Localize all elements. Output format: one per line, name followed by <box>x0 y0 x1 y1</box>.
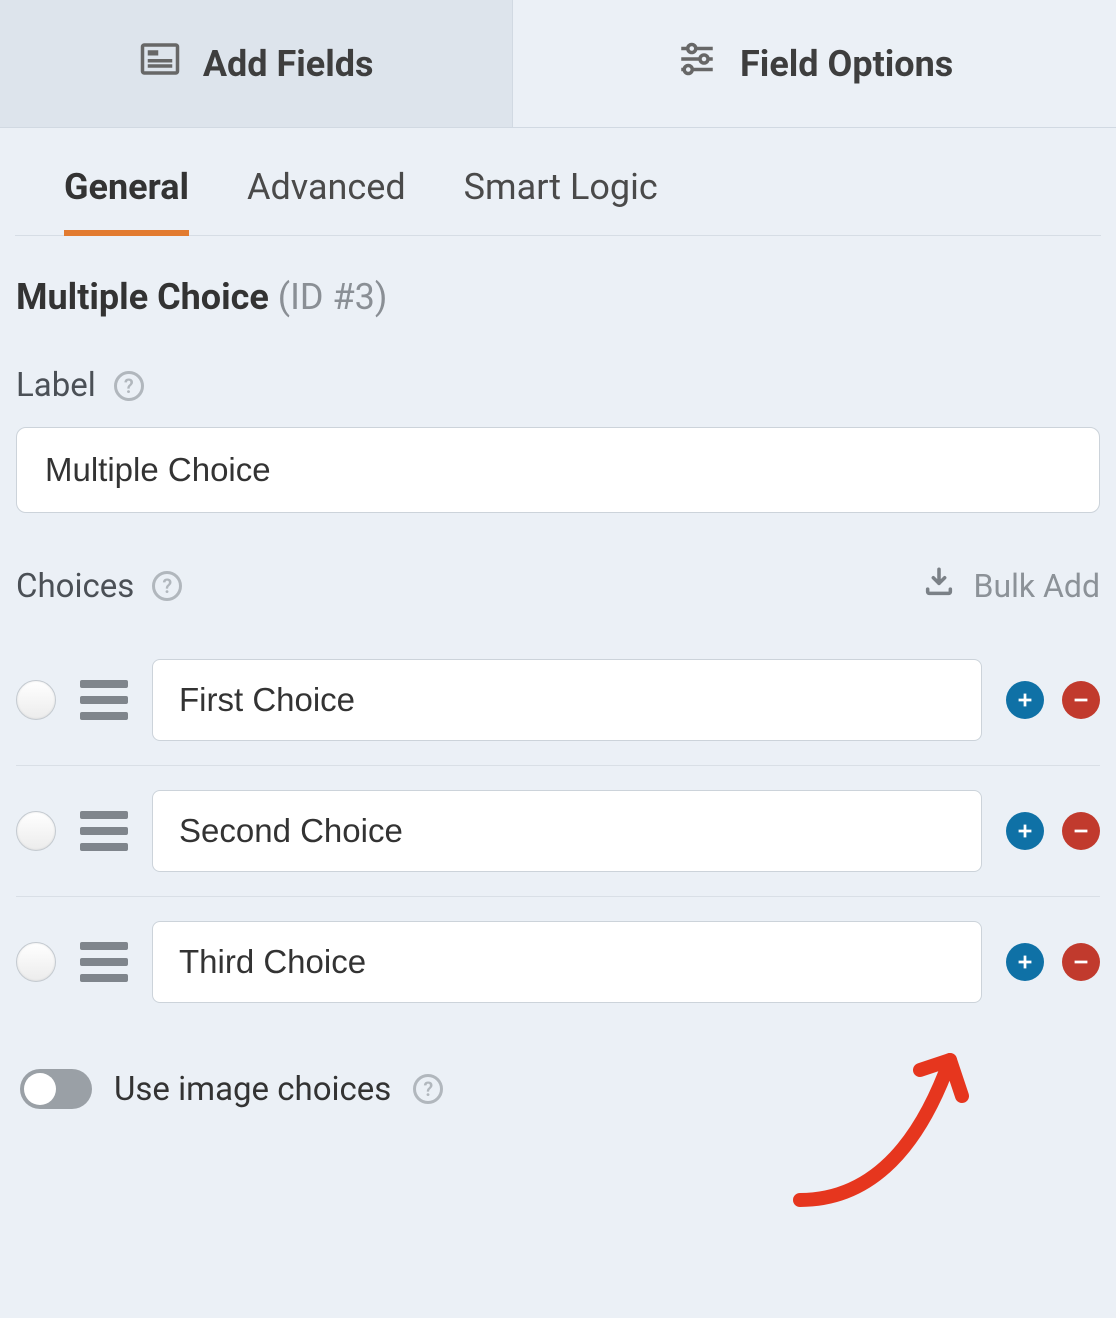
default-choice-radio[interactable] <box>16 811 56 851</box>
remove-choice-button[interactable] <box>1062 943 1100 981</box>
label-input[interactable] <box>16 427 1100 513</box>
sliders-icon <box>676 38 718 89</box>
tab-field-options-label: Field Options <box>740 43 953 85</box>
label-heading-row: Label ? <box>16 366 1100 405</box>
image-choices-toggle[interactable] <box>20 1069 92 1109</box>
subtab-smart-logic[interactable]: Smart Logic <box>464 166 658 236</box>
image-choices-row: Use image choices ? <box>16 1069 1100 1109</box>
remove-choice-button[interactable] <box>1062 812 1100 850</box>
help-icon[interactable]: ? <box>413 1074 443 1104</box>
choice-row <box>16 896 1100 1027</box>
top-tabs: Add Fields Field Options <box>0 0 1116 128</box>
field-options-panel: Multiple Choice (ID #3) Label ? Choices … <box>0 236 1116 1109</box>
download-icon <box>922 565 956 607</box>
drag-handle-icon[interactable] <box>80 811 128 851</box>
field-id-label: (ID #3) <box>278 276 388 318</box>
subtab-general[interactable]: General <box>64 166 189 236</box>
help-icon[interactable]: ? <box>152 571 182 601</box>
remove-choice-button[interactable] <box>1062 681 1100 719</box>
default-choice-radio[interactable] <box>16 680 56 720</box>
choices-header: Choices ? Bulk Add <box>16 565 1100 607</box>
add-choice-button[interactable] <box>1006 943 1044 981</box>
choices-list <box>16 635 1100 1027</box>
label-heading: Label <box>16 366 96 405</box>
choice-row <box>16 635 1100 765</box>
choices-heading: Choices <box>16 567 134 606</box>
bulk-add-button[interactable]: Bulk Add <box>922 565 1100 607</box>
add-choice-button[interactable] <box>1006 812 1044 850</box>
default-choice-radio[interactable] <box>16 942 56 982</box>
field-title: Multiple Choice (ID #3) <box>16 276 1100 318</box>
subtab-advanced[interactable]: Advanced <box>247 166 406 236</box>
drag-handle-icon[interactable] <box>80 942 128 982</box>
tab-field-options[interactable]: Field Options <box>513 0 1116 127</box>
image-choices-label: Use image choices <box>114 1070 391 1109</box>
bulk-add-label: Bulk Add <box>974 567 1100 605</box>
choice-input[interactable] <box>152 921 982 1003</box>
sub-tabs: General Advanced Smart Logic <box>15 128 1101 236</box>
add-choice-button[interactable] <box>1006 681 1044 719</box>
choice-input[interactable] <box>152 790 982 872</box>
drag-handle-icon[interactable] <box>80 680 128 720</box>
choice-input[interactable] <box>152 659 982 741</box>
form-fields-icon <box>139 38 181 89</box>
choice-row <box>16 765 1100 896</box>
field-type-label: Multiple Choice <box>16 276 269 318</box>
tab-add-fields-label: Add Fields <box>203 43 374 85</box>
tab-add-fields[interactable]: Add Fields <box>0 0 513 127</box>
help-icon[interactable]: ? <box>114 371 144 401</box>
